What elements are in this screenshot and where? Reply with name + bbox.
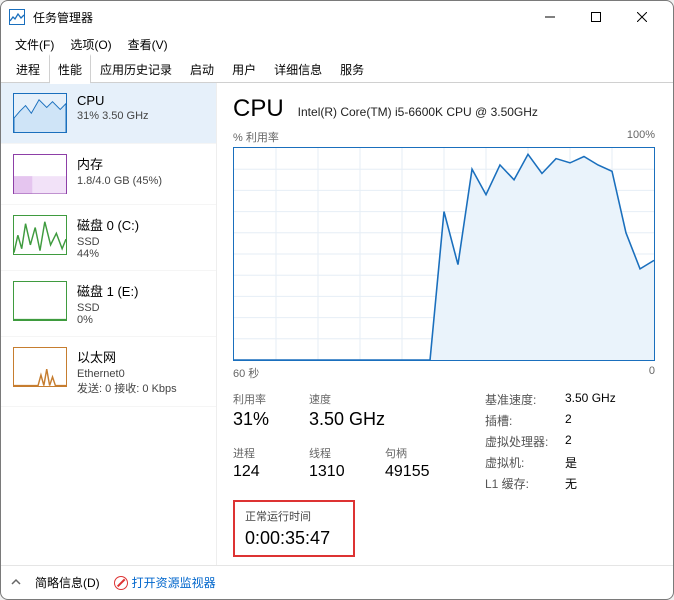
stat-utilization: 利用率 31% xyxy=(233,391,309,435)
sidebar-disk1-pct: 0% xyxy=(77,314,138,326)
window-title: 任务管理器 xyxy=(33,9,93,26)
tab-details[interactable]: 详细信息 xyxy=(265,55,331,83)
task-manager-window: 任务管理器 文件(F) 选项(O) 查看(V) 进程 性能 应用历史记录 启动 … xyxy=(0,0,674,600)
tab-startup[interactable]: 启动 xyxy=(181,55,223,83)
tab-users[interactable]: 用户 xyxy=(223,55,265,83)
stats-left: 利用率 31% 速度 3.50 GHz 进程 124 线程 1310 xyxy=(233,391,465,496)
window-controls xyxy=(527,1,665,33)
sidebar-mem-detail: 1.8/4.0 GB (45%) xyxy=(77,175,162,187)
stat-handles: 句柄 49155 xyxy=(385,445,461,486)
tab-processes[interactable]: 进程 xyxy=(7,55,49,83)
chart-xmin: 0 xyxy=(649,365,655,381)
chart-ylabel: % 利用率 xyxy=(233,129,279,145)
sidebar-disk1-type: SSD xyxy=(77,302,138,314)
main-subtitle: Intel(R) Core(TM) i5-6600K CPU @ 3.50GHz xyxy=(298,105,538,119)
performance-sidebar: CPU 31% 3.50 GHz 内存 1.8/4.0 GB (45%) 磁 xyxy=(1,83,217,565)
tabbar: 进程 性能 应用历史记录 启动 用户 详细信息 服务 xyxy=(1,55,673,83)
uptime-value: 0:00:35:47 xyxy=(245,528,343,549)
sidebar-item-cpu[interactable]: CPU 31% 3.50 GHz xyxy=(1,83,216,144)
app-icon xyxy=(9,9,25,25)
brief-info-link[interactable]: 简略信息(D) xyxy=(35,574,100,591)
resource-monitor-icon xyxy=(114,576,128,590)
open-resource-monitor-link[interactable]: 打开资源监视器 xyxy=(114,574,216,591)
main-header: CPU Intel(R) Core(TM) i5-6600K CPU @ 3.5… xyxy=(233,95,655,123)
sidebar-item-disk1[interactable]: 磁盘 1 (E:) SSD 0% xyxy=(1,271,216,337)
sidebar-eth-rate: 发送: 0 接收: 0 Kbps xyxy=(77,380,177,396)
uptime-label: 正常运行时间 xyxy=(245,508,343,524)
sidebar-item-disk0[interactable]: 磁盘 0 (C:) SSD 44% xyxy=(1,205,216,271)
disk0-thumb-icon xyxy=(13,215,67,255)
sidebar-eth-if: Ethernet0 xyxy=(77,368,177,380)
stats-right: 基准速度:3.50 GHz 插槽:2 虚拟处理器:2 虚拟机:是 L1 缓存:无 xyxy=(485,391,635,496)
close-button[interactable] xyxy=(619,1,665,33)
disk1-thumb-icon xyxy=(13,281,67,321)
chart-xlabel: 60 秒 xyxy=(233,365,259,381)
titlebar[interactable]: 任务管理器 xyxy=(1,1,673,33)
menu-file[interactable]: 文件(F) xyxy=(9,34,60,55)
stats-row: 利用率 31% 速度 3.50 GHz 进程 124 线程 1310 xyxy=(233,391,655,496)
stat-threads: 线程 1310 xyxy=(309,445,385,486)
main-title: CPU xyxy=(233,95,284,123)
minimize-button[interactable] xyxy=(527,1,573,33)
menu-options[interactable]: 选项(O) xyxy=(64,34,117,55)
tab-performance[interactable]: 性能 xyxy=(49,54,91,83)
sidebar-cpu-detail: 31% 3.50 GHz xyxy=(77,110,149,122)
sidebar-mem-name: 内存 xyxy=(77,154,162,173)
sidebar-disk0-pct: 44% xyxy=(77,248,139,260)
stat-processes: 进程 124 xyxy=(233,445,309,486)
sidebar-disk0-type: SSD xyxy=(77,236,139,248)
sidebar-disk0-name: 磁盘 0 (C:) xyxy=(77,215,139,234)
ethernet-thumb-icon xyxy=(13,347,67,387)
sidebar-item-memory[interactable]: 内存 1.8/4.0 GB (45%) xyxy=(1,144,216,205)
cpu-thumb-icon xyxy=(13,93,67,133)
tab-apphistory[interactable]: 应用历史记录 xyxy=(91,55,181,83)
main-panel: CPU Intel(R) Core(TM) i5-6600K CPU @ 3.5… xyxy=(217,83,673,565)
chevron-up-icon[interactable] xyxy=(11,576,21,590)
chart-top-labels: % 利用率 100% xyxy=(233,129,655,145)
chart-ymax: 100% xyxy=(627,129,655,145)
footer: 简略信息(D) 打开资源监视器 xyxy=(1,565,673,599)
menubar: 文件(F) 选项(O) 查看(V) xyxy=(1,33,673,55)
memory-thumb-icon xyxy=(13,154,67,194)
content: CPU 31% 3.50 GHz 内存 1.8/4.0 GB (45%) 磁 xyxy=(1,83,673,565)
sidebar-cpu-name: CPU xyxy=(77,93,149,108)
uptime-box: 正常运行时间 0:00:35:47 xyxy=(233,500,355,557)
stat-speed: 速度 3.50 GHz xyxy=(309,391,459,435)
chart-bottom-labels: 60 秒 0 xyxy=(233,365,655,381)
maximize-button[interactable] xyxy=(573,1,619,33)
sidebar-eth-name: 以太网 xyxy=(77,347,177,366)
sidebar-item-ethernet[interactable]: 以太网 Ethernet0 发送: 0 接收: 0 Kbps xyxy=(1,337,216,407)
tab-services[interactable]: 服务 xyxy=(331,55,373,83)
menu-view[interactable]: 查看(V) xyxy=(122,34,174,55)
sidebar-disk1-name: 磁盘 1 (E:) xyxy=(77,281,138,300)
cpu-utilization-chart[interactable] xyxy=(233,147,655,361)
